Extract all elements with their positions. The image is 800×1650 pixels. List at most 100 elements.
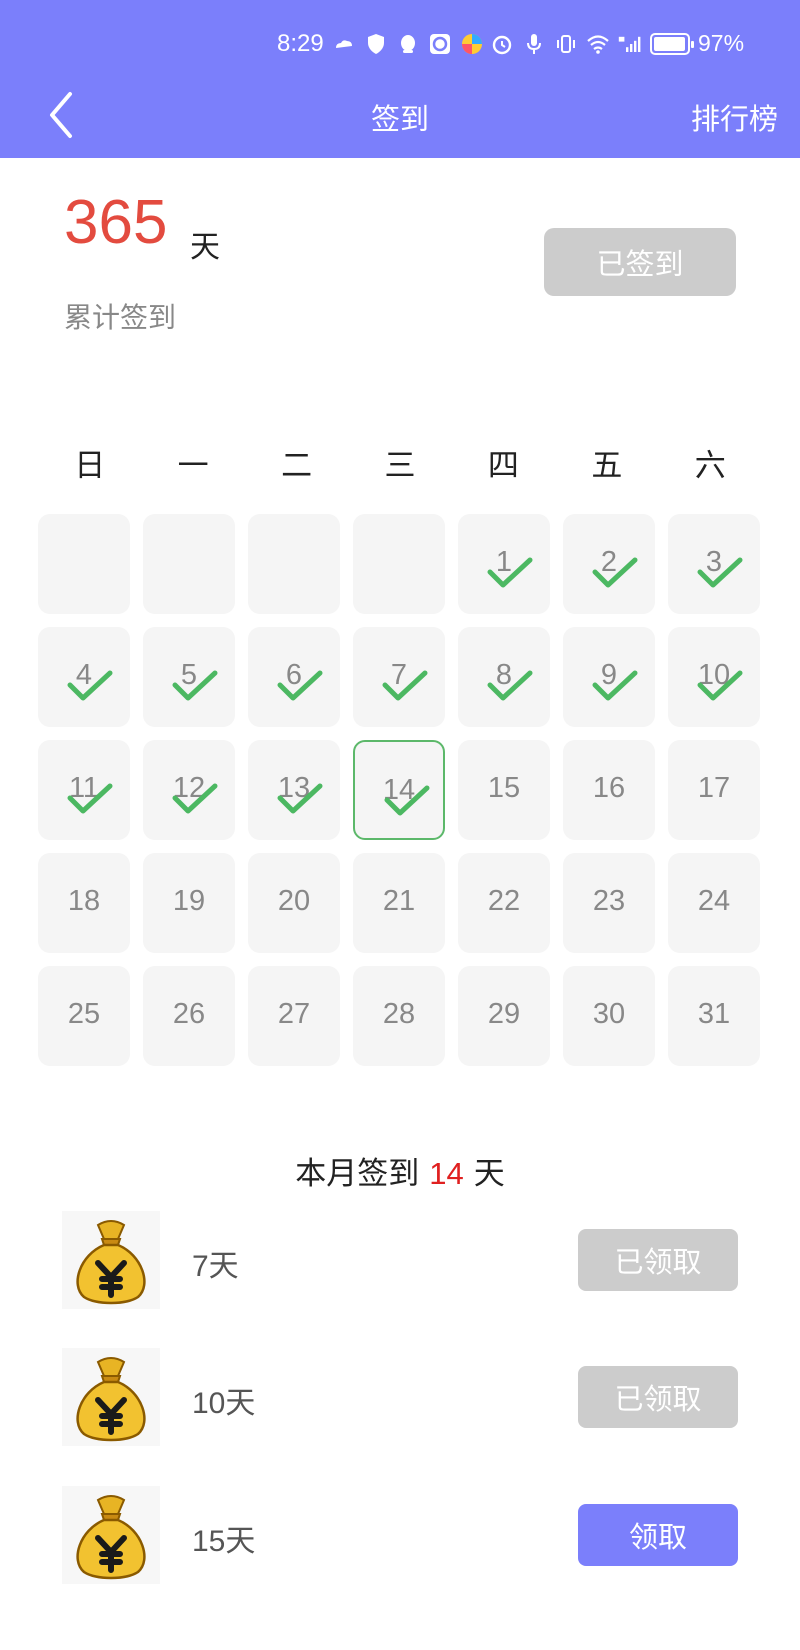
calendar-day-29[interactable]: 29 <box>458 966 550 1066</box>
calendar-day-number: 27 <box>277 998 311 1030</box>
calendar-day-7[interactable]: 7 <box>353 627 445 727</box>
reward-label: 15天 <box>192 1525 256 1558</box>
reward-icon <box>62 1211 160 1309</box>
battery-percent: 97% <box>698 30 745 56</box>
check-icon <box>697 557 743 588</box>
claim-reward-button[interactable]: 领取 <box>578 1504 738 1566</box>
calendar-day-30[interactable]: 30 <box>563 966 655 1066</box>
calendar-day-28[interactable]: 28 <box>353 966 445 1066</box>
calendar-day-27[interactable]: 27 <box>248 966 340 1066</box>
month-summary: 本月签到 14 天 <box>0 1148 800 1193</box>
calendar-day-24[interactable]: 24 <box>668 853 760 953</box>
system-icons: 97% <box>490 30 744 57</box>
calendar-day-22[interactable]: 22 <box>458 853 550 953</box>
calendar-day-2[interactable]: 2 <box>563 514 655 614</box>
calendar-day-number: 21 <box>382 885 416 917</box>
wifi-icon <box>587 34 609 54</box>
calendar-day-25[interactable]: 25 <box>38 966 130 1066</box>
calendar-day-20[interactable]: 20 <box>248 853 340 953</box>
check-icon <box>382 670 428 701</box>
check-icon <box>172 670 218 701</box>
calendar-day-12[interactable]: 12 <box>143 740 235 840</box>
check-icon <box>277 783 323 814</box>
calendar-day-number: 25 <box>67 998 101 1030</box>
battery-level <box>654 36 686 51</box>
calendar-day-4[interactable]: 4 <box>38 627 130 727</box>
calendar-day-5[interactable]: 5 <box>143 627 235 727</box>
calendar-day-18[interactable]: 18 <box>38 853 130 953</box>
weekday-label: 四 <box>487 448 519 484</box>
calendar-empty-cell <box>143 514 235 614</box>
calendar-day-19[interactable]: 19 <box>143 853 235 953</box>
vibrate-icon <box>557 34 575 53</box>
calendar-day-15[interactable]: 15 <box>458 740 550 840</box>
total-days-unit: 天 <box>190 230 220 265</box>
page-title: 签到 <box>370 102 429 136</box>
calendar-day-23[interactable]: 23 <box>563 853 655 953</box>
reward-claimed-button[interactable]: 已领取 <box>578 1366 738 1428</box>
calendar-day-31[interactable]: 31 <box>668 966 760 1066</box>
alarm-icon <box>492 35 512 54</box>
cloud-icon <box>336 40 352 48</box>
calendar-day-11[interactable]: 11 <box>38 740 130 840</box>
check-icon <box>384 785 430 816</box>
battery-icon <box>650 32 694 55</box>
calendar-day-16[interactable]: 16 <box>563 740 655 840</box>
calendar-day-6[interactable]: 6 <box>248 627 340 727</box>
calendar-empty-cell <box>38 514 130 614</box>
money-bag-icon <box>76 1495 146 1580</box>
calendar-day-number: 20 <box>277 885 311 917</box>
shield-icon <box>368 34 384 54</box>
reward-claimed-button[interactable]: 已领取 <box>578 1229 738 1291</box>
calendar-day-3[interactable]: 3 <box>668 514 760 614</box>
calendar-day-14[interactable]: 14 <box>353 740 445 840</box>
reward-row: 15天 领取 <box>62 1486 738 1586</box>
check-icon <box>487 670 533 701</box>
calendar-day-number: 26 <box>172 998 206 1030</box>
calendar-day-1[interactable]: 1 <box>458 514 550 614</box>
calendar-day-10[interactable]: 10 <box>668 627 760 727</box>
status-time: 8:29 <box>277 30 324 57</box>
check-icon <box>67 670 113 701</box>
calendar-day-21[interactable]: 21 <box>353 853 445 953</box>
check-icon <box>487 557 533 588</box>
check-icon <box>592 557 638 588</box>
calendar-day-number: 30 <box>592 998 626 1030</box>
status-bar: 8:29 97% <box>0 0 800 92</box>
weekday-label: 六 <box>694 448 726 484</box>
calendar-day-number: 31 <box>697 998 731 1030</box>
reward-row: 10天 已领取 <box>62 1348 738 1448</box>
reward-label: 10天 <box>192 1387 256 1420</box>
calendar-day-number: 16 <box>592 772 626 804</box>
check-icon <box>697 670 743 701</box>
calendar-day-number: 28 <box>382 998 416 1030</box>
calendar-empty-cell <box>353 514 445 614</box>
weekday-label: 三 <box>384 448 416 484</box>
calendar-day-13[interactable]: 13 <box>248 740 340 840</box>
calendar-day-8[interactable]: 8 <box>458 627 550 727</box>
weekday-label: 五 <box>591 448 623 484</box>
month-summary-suffix: 天 <box>473 1156 505 1192</box>
month-summary-prefix: 本月签到 <box>295 1156 420 1192</box>
check-icon <box>67 783 113 814</box>
check-icon <box>172 783 218 814</box>
calendar-day-17[interactable]: 17 <box>668 740 760 840</box>
signed-in-button[interactable]: 已签到 <box>544 228 736 296</box>
calendar-day-number: 18 <box>67 885 101 917</box>
money-bag-icon <box>76 1357 146 1442</box>
calendar-day-number: 29 <box>487 998 521 1030</box>
total-days-label: 累计签到 <box>64 301 177 334</box>
check-icon <box>592 670 638 701</box>
reward-icon <box>62 1348 160 1446</box>
browser-icon <box>430 34 450 54</box>
calendar-day-9[interactable]: 9 <box>563 627 655 727</box>
calendar-day-number: 17 <box>697 772 731 804</box>
leaderboard-link[interactable]: 排行榜 <box>691 96 778 138</box>
pinwheel-icon <box>462 34 482 54</box>
check-icon <box>277 670 323 701</box>
calendar-day-number: 24 <box>697 885 731 917</box>
calendar-day-26[interactable]: 26 <box>143 966 235 1066</box>
reward-row: 7天 已领取 <box>62 1211 738 1311</box>
calendar-day-number: 19 <box>172 885 206 917</box>
qq-icon <box>401 35 415 53</box>
